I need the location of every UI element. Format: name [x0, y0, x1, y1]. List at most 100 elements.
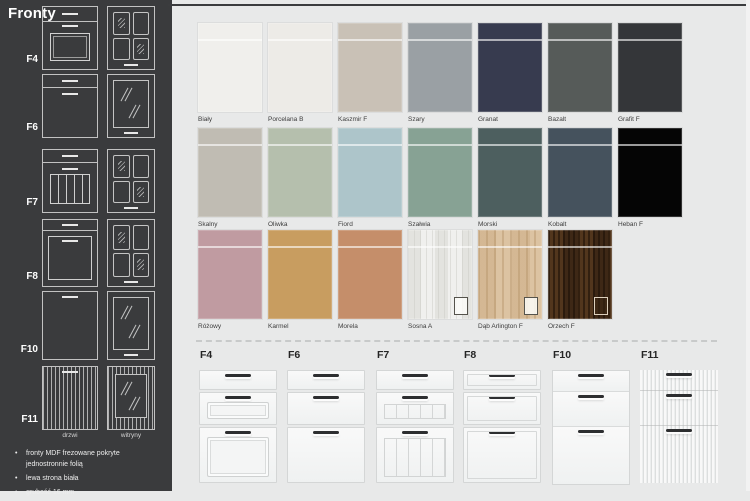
panel-frame-inner	[53, 36, 87, 58]
swatch-label: Morski	[478, 221, 542, 228]
drawer-front	[199, 392, 277, 425]
handle-mark	[62, 25, 78, 27]
drawer-handle	[225, 431, 251, 434]
color-swatch	[478, 230, 542, 319]
drawer-handle	[402, 374, 428, 377]
drawer-handle	[313, 431, 339, 434]
front-divider-line	[268, 39, 332, 41]
drawer-handle	[402, 396, 428, 399]
grain-direction-icon	[594, 297, 608, 315]
front-divider-line	[478, 246, 542, 248]
inner-frame	[467, 374, 537, 386]
glass-drawing-f6	[107, 74, 155, 138]
glass-pane	[113, 253, 130, 278]
drawer-front	[199, 370, 277, 390]
handle-mark	[62, 93, 78, 95]
front-preview-label: F6	[288, 349, 365, 361]
raised-panel	[207, 437, 269, 477]
inner-frame	[467, 396, 537, 421]
glass-pane	[115, 374, 147, 418]
swatch-label: Morela	[338, 323, 402, 330]
palette-row: BiałyPorcelana BKaszmir FSzaryGranatBaza…	[198, 23, 682, 123]
front-style-label: F4	[0, 54, 38, 65]
handle-mark	[62, 240, 78, 242]
swatch-label: Kaszmir F	[338, 116, 402, 123]
swatch-cell: Granat	[478, 23, 542, 123]
swatch-cell: Kobalt	[548, 128, 612, 228]
palette-row: SkalnyOliwkaFiordSzałwiaMorskiKobaltHeba…	[198, 128, 682, 228]
palette-row: RóżowyKarmelMorelaSosna ADąb Arlington F…	[198, 230, 612, 330]
glass-drawing-f4	[107, 6, 155, 70]
glass-pane	[113, 155, 130, 178]
swatch-cell: Sosna A	[408, 230, 472, 330]
front-divider-line	[548, 246, 612, 248]
front-preview-label: F4	[200, 349, 277, 361]
front-divider-line	[198, 39, 262, 41]
swatch-label: Fiord	[338, 221, 402, 228]
drawer-front	[376, 392, 454, 425]
handle-mark	[62, 224, 78, 226]
glass-reflection	[132, 324, 140, 340]
front-divider-line	[268, 144, 332, 146]
color-swatch	[338, 128, 402, 217]
glass-pane	[133, 181, 150, 204]
glass-reflection	[132, 396, 140, 412]
drawer-handle	[578, 430, 604, 433]
swatch-cell: Heban F	[618, 128, 682, 228]
handle-mark	[124, 281, 138, 283]
drawer-handle	[313, 374, 339, 377]
color-swatch	[478, 23, 542, 112]
front-divider-line	[408, 39, 472, 41]
drawer-front	[463, 427, 541, 483]
swatch-cell: Kaszmir F	[338, 23, 402, 123]
color-swatch	[198, 128, 262, 217]
front-preview-label: F8	[464, 349, 541, 361]
glass-drawing-f7	[107, 149, 155, 213]
panel-frame	[50, 33, 90, 61]
drawer-handle	[313, 396, 339, 399]
glass-pane	[133, 253, 150, 278]
swatch-cell: Orzech F	[548, 230, 612, 330]
decoration	[43, 150, 97, 163]
cabinet-preview	[287, 370, 365, 483]
color-swatch	[268, 23, 332, 112]
swatch-label: Dąb Arlington F	[478, 323, 542, 330]
handle-mark	[124, 132, 138, 134]
front-style-drawings: F4F6F7F8F10F11	[0, 0, 172, 491]
glass-reflection	[124, 305, 132, 321]
drawer-handle	[225, 374, 251, 377]
drawer-handle	[578, 374, 604, 377]
decoration	[43, 75, 97, 88]
front-divider-line	[618, 39, 682, 41]
color-swatch	[478, 128, 542, 217]
swatch-label: Orzech F	[548, 323, 612, 330]
color-swatch	[548, 230, 612, 319]
glass-reflection	[118, 161, 125, 171]
swatch-cell: Karmel	[268, 230, 332, 330]
caption-glass: witryny	[107, 432, 155, 439]
swatch-label: Granat	[478, 116, 542, 123]
drawer-front	[640, 370, 718, 391]
slat-panel	[50, 174, 90, 204]
color-swatch	[548, 128, 612, 217]
color-swatch	[408, 128, 472, 217]
drawer-front	[463, 370, 541, 390]
front-preview-f4: F4	[199, 349, 277, 485]
swatch-label: Oliwka	[268, 221, 332, 228]
handle-mark	[124, 354, 138, 356]
glass-pane	[113, 38, 130, 61]
swatch-cell: Grafit F	[618, 23, 682, 123]
swatch-label: Biały	[198, 116, 262, 123]
drawer-handle	[225, 396, 251, 399]
dashed-divider	[196, 340, 717, 342]
swatch-label: Szary	[408, 116, 472, 123]
swatch-cell: Szałwia	[408, 128, 472, 228]
front-divider-line	[478, 144, 542, 146]
drawer-handle	[578, 395, 604, 398]
handle-mark	[62, 371, 78, 373]
color-swatch	[198, 230, 262, 319]
glass-pane	[113, 80, 149, 128]
handle-mark	[62, 13, 78, 15]
front-divider-line	[408, 144, 472, 146]
grain-direction-icon	[454, 297, 468, 315]
